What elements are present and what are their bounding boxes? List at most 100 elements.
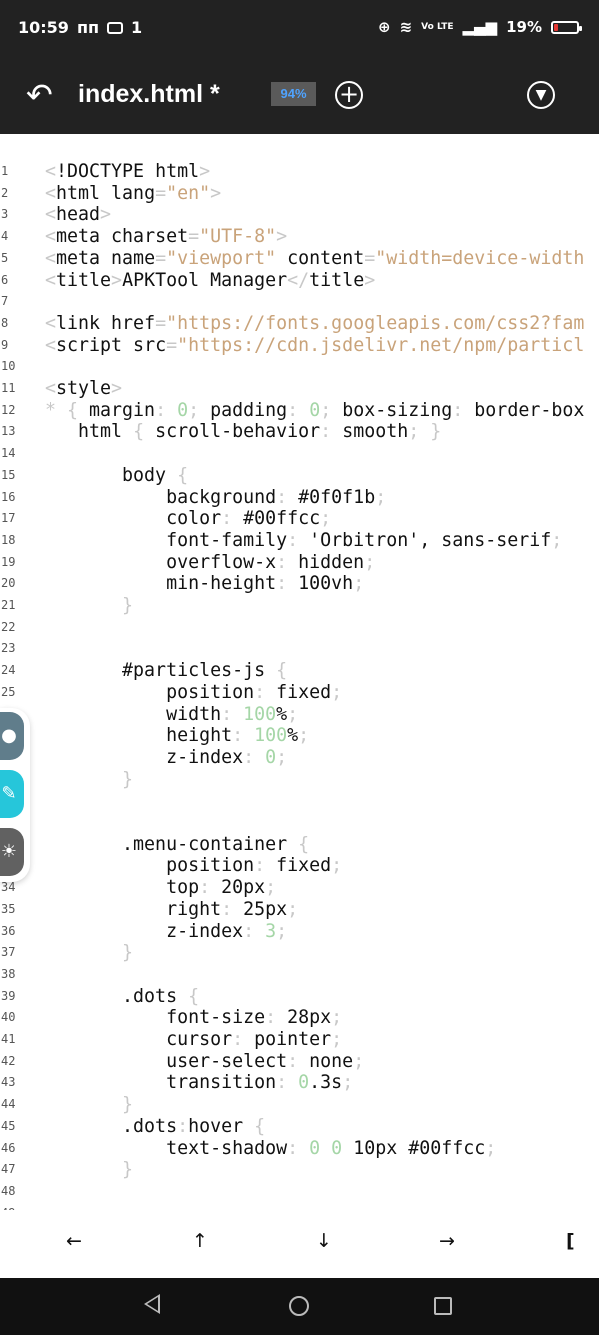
code-line[interactable]: 40 font-size: 28px; <box>0 1007 599 1029</box>
code-line[interactable]: 13 html { scroll-behavior: smooth; } <box>0 421 599 443</box>
editor-toolbar: ↶ index.html * 94% + ▼ <box>0 56 599 134</box>
code-token: ; <box>298 725 310 747</box>
recents-icon[interactable] <box>434 1297 452 1315</box>
code-token: : <box>254 681 277 703</box>
zoom-badge[interactable]: 94% <box>271 82 316 106</box>
code-line[interactable]: 11 <style> <box>0 378 599 400</box>
line-number: 37 <box>1 945 16 960</box>
line-number: 24 <box>1 663 16 678</box>
code-token: = <box>166 334 178 356</box>
arrow-right-key[interactable]: → <box>439 1230 455 1252</box>
code-line[interactable]: 27 height: 100%; <box>0 725 599 747</box>
code-line[interactable]: 48 <box>0 1181 599 1203</box>
code-line[interactable]: 30 <box>0 790 599 812</box>
bracket-key[interactable]: [ <box>566 1230 575 1252</box>
code-token: 100vh <box>298 573 354 595</box>
back-icon[interactable] <box>144 1294 160 1314</box>
code-line[interactable]: 10 <box>0 356 599 378</box>
code-line[interactable]: 5 <meta name="viewport" content="width=de… <box>0 248 599 270</box>
code-line[interactable]: 3 <head> <box>0 204 599 226</box>
code-token: : <box>221 898 244 920</box>
code-line[interactable]: 42 user-select: none; <box>0 1051 599 1073</box>
line-number: 41 <box>1 1032 16 1046</box>
code-line[interactable]: 6 <title>APKTool Manager</title> <box>0 270 599 292</box>
code-line[interactable]: 8 <link href="https://fonts.googleapis.co… <box>0 313 599 335</box>
code-line[interactable]: 23 <box>0 638 599 660</box>
code-line[interactable]: 2 <html lang="en"> <box>0 183 599 205</box>
code-line[interactable]: 49 <box>0 1203 599 1210</box>
code-line[interactable]: 29 } <box>0 769 599 791</box>
home-icon[interactable] <box>289 1296 309 1316</box>
code-token: ; <box>364 551 376 573</box>
code-line[interactable]: 34 top: 20px; <box>0 877 599 899</box>
code-line[interactable]: 9 <script src="https://cdn.jsdelivr.net/n… <box>0 335 599 357</box>
line-content: <title>APKTool Manager</title> <box>45 270 375 292</box>
code-line[interactable]: 17 color: #00ffcc; <box>0 508 599 530</box>
code-token: "https://fonts.googleapis.com/css2?fam <box>166 312 585 334</box>
line-content: <link href="https://fonts.googleapis.com… <box>45 313 584 335</box>
code-line[interactable]: 22 <box>0 617 599 639</box>
code-line[interactable]: 36 z-index: 3; <box>0 921 599 943</box>
code-line[interactable]: 44 } <box>0 1094 599 1116</box>
carrier-label: пп <box>76 18 100 37</box>
line-content: * { margin: 0; padding: 0; box-sizing: b… <box>45 400 584 422</box>
code-line[interactable]: 31 <box>0 812 599 834</box>
code-line[interactable]: 37 } <box>0 942 599 964</box>
code-line[interactable]: 43 transition: 0.3s; <box>0 1072 599 1094</box>
arrow-down-key[interactable]: ↓ <box>316 1230 332 1252</box>
brightness-icon[interactable]: ☀ <box>0 828 24 876</box>
code-editor[interactable]: 1 <!DOCTYPE html> 2 <html lang="en"> 3 <head>… <box>0 134 599 1210</box>
code-token: text-shadow <box>45 1137 288 1159</box>
status-bar: 10:59 пп 1 ⊕ ≋ Vo LTE ▂▄▆ 19% <box>0 0 599 56</box>
code-line[interactable]: 14 <box>0 443 599 465</box>
code-line[interactable]: 7 <box>0 291 599 313</box>
code-line[interactable]: 15 body { <box>0 465 599 487</box>
code-token: margin <box>89 399 156 421</box>
code-token: .dots <box>45 1115 178 1137</box>
code-line[interactable]: 39 .dots { <box>0 986 599 1008</box>
code-token: : <box>199 877 222 899</box>
arrow-left-key[interactable]: ← <box>66 1230 82 1252</box>
code-line[interactable]: 47 } <box>0 1159 599 1181</box>
line-number: 17 <box>1 511 16 526</box>
notification-count: 1 <box>131 18 143 37</box>
line-number: 35 <box>1 901 16 916</box>
code-line[interactable]: 38 <box>0 964 599 986</box>
line-content: background: #0f0f1b; <box>45 487 386 509</box>
line-number: 11 <box>1 381 16 395</box>
code-token: hidden <box>298 551 365 573</box>
code-line[interactable]: 28 z-index: 0; <box>0 747 599 769</box>
code-line[interactable]: 21 } <box>0 595 599 617</box>
code-line[interactable]: 12 * { margin: 0; padding: 0; box-sizing:… <box>0 400 599 422</box>
code-token: 100 <box>254 725 288 747</box>
line-number: 10 <box>1 359 16 374</box>
code-token: font-size <box>45 1007 266 1029</box>
code-token: top <box>45 877 200 899</box>
code-line[interactable]: 33 position: fixed; <box>0 855 599 877</box>
code-line[interactable]: 25 position: fixed; <box>0 682 599 704</box>
dropdown-circle-icon[interactable]: ▼ <box>527 81 555 109</box>
code-line[interactable]: 45 .dots:hover { <box>0 1116 599 1138</box>
code-line[interactable]: 24 #particles-js { <box>0 660 599 682</box>
code-token: ; <box>331 855 343 877</box>
code-line[interactable]: 41 cursor: pointer; <box>0 1029 599 1051</box>
line-content: transition: 0.3s; <box>45 1072 353 1094</box>
code-line[interactable]: 16 background: #0f0f1b; <box>0 487 599 509</box>
code-line[interactable]: 18 font-family: 'Orbitron', sans-serif; <box>0 530 599 552</box>
pin-icon[interactable]: ✎ <box>0 770 24 818</box>
code-line[interactable]: 32 .menu-container { <box>0 834 599 856</box>
code-line[interactable]: 4 <meta charset="UTF-8"> <box>0 226 599 248</box>
chat-bubble-icon[interactable]: ● <box>0 712 24 760</box>
code-token: ; <box>331 1029 343 1050</box>
code-line[interactable]: 46 text-shadow: 0 0 10px #00ffcc; <box>0 1138 599 1160</box>
line-number: 49 <box>0 1203 19 1210</box>
code-line[interactable]: 20 min-height: 100vh; <box>0 573 599 595</box>
code-line[interactable]: 1 <!DOCTYPE html> <box>0 161 599 183</box>
code-line[interactable]: 19 overflow-x: hidden; <box>0 552 599 574</box>
line-content: right: 25px; <box>45 899 298 921</box>
arrow-up-key[interactable]: ↑ <box>192 1230 208 1252</box>
code-line[interactable]: 35 right: 25px; <box>0 899 599 921</box>
plus-circle-icon[interactable]: + <box>335 81 363 109</box>
code-line[interactable]: 26 width: 100%; <box>0 704 599 726</box>
undo-arrow-icon[interactable]: ↶ <box>26 77 62 113</box>
